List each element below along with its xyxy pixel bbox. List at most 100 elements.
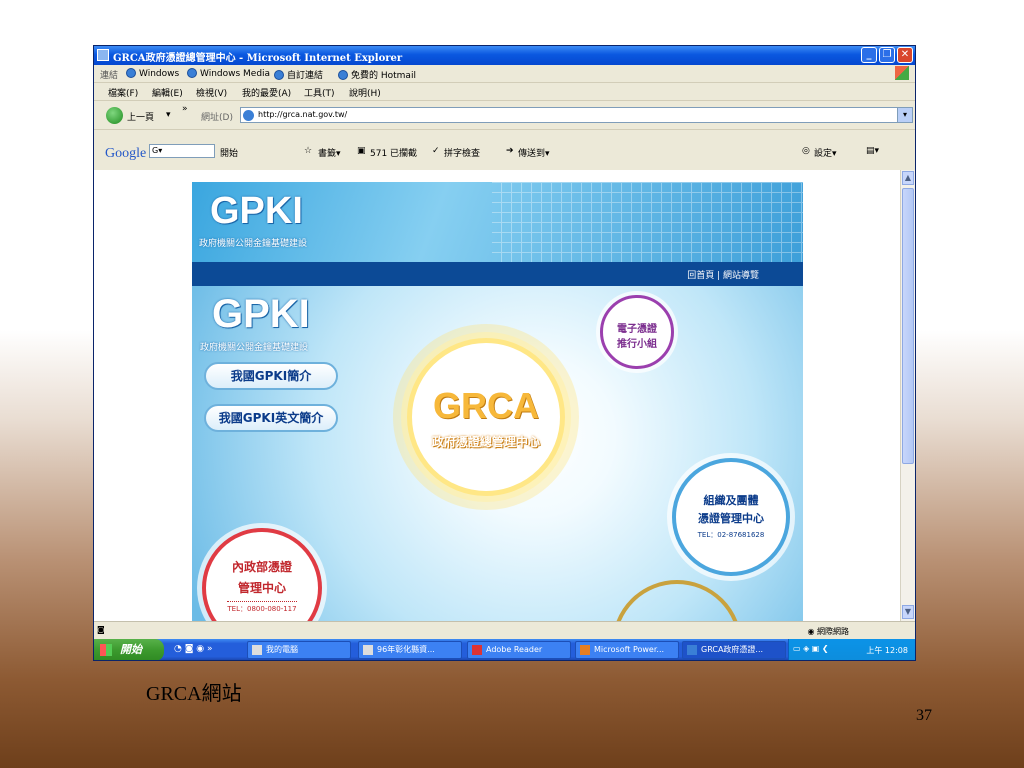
header-gpki-logo[interactable]: GPKI <box>210 190 303 233</box>
minimize-button[interactable]: _ <box>861 47 877 63</box>
task-adobe-reader[interactable]: Adobe Reader <box>467 641 571 659</box>
spell-check-button[interactable]: 拼字檢查 <box>444 146 480 159</box>
gold-circle-link[interactable] <box>612 580 742 621</box>
site-nav-band: 回首頁 | 網站導覽 <box>192 262 803 286</box>
org-ca-line-2: 憑證管理中心 <box>698 512 764 525</box>
main-gpki-logo: GPKI <box>212 292 310 336</box>
ie-icon <box>97 49 109 61</box>
address-label: 網址(D) <box>201 113 233 123</box>
links-label: 連結 <box>100 71 119 81</box>
page-icon <box>243 110 254 121</box>
google-start-button[interactable]: 開始 <box>220 146 238 159</box>
windows-logo-icon <box>895 66 909 80</box>
maximize-button[interactable]: ❐ <box>879 47 895 63</box>
start-label: 開始 <box>120 643 142 656</box>
ie-page-icon <box>187 68 197 78</box>
task-ie-grca[interactable]: GRCA政府憑證... <box>682 641 786 659</box>
tray-icons[interactable]: ▭ ◈ ▣ ❮ <box>793 644 829 653</box>
settings-button[interactable]: 設定▾ <box>814 146 837 159</box>
popup-blocked-icon: ▣ <box>357 146 366 156</box>
address-input[interactable]: http://grca.nat.gov.tw/ ▾ <box>240 107 913 123</box>
menu-file[interactable]: 檔案(F) <box>108 86 138 99</box>
back-arrow-icon[interactable] <box>106 107 123 124</box>
status-page-icon: ◙ <box>97 625 105 634</box>
title-bar[interactable]: GRCA政府憑證總管理中心 - Microsoft Internet Explo… <box>94 46 915 65</box>
address-bar: 上一頁 ▾ » 網址(D) http://grca.nat.gov.tw/ ▾ <box>94 101 915 130</box>
org-ca-tel: TEL：02-87681628 <box>697 531 765 539</box>
settings-icon: ◎ <box>802 146 810 156</box>
back-dropdown-icon[interactable]: ▾ <box>166 110 171 120</box>
powerpoint-icon <box>580 645 590 655</box>
menu-help[interactable]: 說明(H) <box>349 86 381 99</box>
ecert-line-2: 推行小組 <box>617 339 657 350</box>
bookmarks-button[interactable]: 書籤▾ <box>318 146 341 159</box>
moi-ca-tel: TEL：0800-080-117 <box>227 601 297 614</box>
internet-zone-text: 網際網路 <box>817 627 849 636</box>
scroll-thumb[interactable] <box>902 188 914 464</box>
send-to-icon: ➔ <box>506 146 514 156</box>
page-viewport: GPKI 政府機關公開金鑰基礎建設 回首頁 | 網站導覽 GPKI 政府機關公開… <box>94 170 915 621</box>
vertical-scrollbar[interactable]: ▲ ▼ <box>900 170 915 621</box>
ie-page-icon <box>126 68 136 78</box>
windows-flag-icon <box>100 644 112 656</box>
grca-center-link[interactable]: GRCA 政府憑證總管理中心 <box>407 338 565 496</box>
address-dropdown-icon[interactable]: ▾ <box>897 108 912 122</box>
ie-page-icon <box>274 70 284 80</box>
popup-blocked-count[interactable]: 571 已攔截 <box>370 146 417 159</box>
translate-icon[interactable]: ▤▾ <box>866 146 879 156</box>
menu-view[interactable]: 檢視(V) <box>196 86 227 99</box>
task-powerpoint[interactable]: Microsoft Power... <box>575 641 679 659</box>
slide-caption: GRCA網站 <box>146 683 242 705</box>
ie-page-icon <box>338 70 348 80</box>
task-folder[interactable]: 96年彰化縣資... <box>358 641 462 659</box>
scroll-down-icon[interactable]: ▼ <box>902 605 914 619</box>
site-header: GPKI 政府機關公開金鑰基礎建設 <box>192 182 803 262</box>
task-my-computer[interactable]: 我的電腦 <box>247 641 351 659</box>
home-sitemap-links[interactable]: 回首頁 | 網站導覽 <box>687 268 759 281</box>
gpki-english-intro-button[interactable]: 我國GPKI英文簡介 <box>204 404 338 432</box>
ie-task-icon <box>687 645 697 655</box>
link-custom[interactable]: 自訂連結 <box>274 68 323 81</box>
scroll-up-icon[interactable]: ▲ <box>902 171 914 185</box>
globe-icon: ◉ <box>807 627 817 636</box>
bookmark-star-icon[interactable]: ☆ <box>304 146 312 156</box>
org-ca-line-1: 組織及團體 <box>703 494 759 507</box>
start-button[interactable]: 開始 <box>94 639 164 660</box>
back-button[interactable]: 上一頁 <box>127 110 154 123</box>
menu-favorites[interactable]: 我的最愛(A) <box>242 86 291 99</box>
gpki-intro-button[interactable]: 我國GPKI簡介 <box>204 362 338 390</box>
main-subtitle: 政府機關公開金鑰基礎建設 <box>200 343 309 353</box>
moi-ca-line-1: 內政部憑證 <box>231 560 292 574</box>
links-bar: 連結 Windows Windows Media 自訂連結 免費的 Hotmai… <box>94 65 915 83</box>
window-title: GRCA政府憑證總管理中心 - Microsoft Internet Explo… <box>113 53 403 64</box>
grca-subtitle: 政府憑證總管理中心 <box>431 435 540 449</box>
grca-website: GPKI 政府機關公開金鑰基礎建設 回首頁 | 網站導覽 GPKI 政府機關公開… <box>192 182 803 621</box>
google-logo[interactable]: Google <box>105 146 146 162</box>
link-windows-media[interactable]: Windows Media <box>187 68 270 79</box>
link-windows[interactable]: Windows <box>126 68 179 79</box>
computer-icon <box>252 645 262 655</box>
ie-window: GRCA政府憑證總管理中心 - Microsoft Internet Explo… <box>93 45 916 661</box>
google-search-input[interactable]: G▾ <box>149 144 215 158</box>
slide-page-number: 37 <box>916 707 932 724</box>
internet-zone-label: ◉ 網際網路 <box>807 626 849 637</box>
menu-edit[interactable]: 編輯(E) <box>152 86 183 99</box>
org-ca-link[interactable]: 組織及團體 憑證管理中心 TEL：02-87681628 <box>672 458 790 576</box>
spell-check-icon: ✓ <box>432 146 440 156</box>
close-button[interactable]: ✕ <box>897 47 913 63</box>
chevron-icon[interactable]: » <box>182 104 188 114</box>
menu-tools[interactable]: 工具(T) <box>304 86 335 99</box>
moi-ca-link[interactable]: 內政部憑證 管理中心 TEL：0800-080-117 <box>202 528 322 621</box>
folder-icon <box>363 645 373 655</box>
link-hotmail[interactable]: 免費的 Hotmail <box>338 68 416 81</box>
status-bar: ◙ ◉ 網際網路 <box>94 621 915 640</box>
header-subtitle: 政府機關公開金鑰基礎建設 <box>199 239 308 249</box>
circuit-pattern <box>492 182 803 262</box>
google-toolbar: Google G▾ 開始 ☆ 書籤▾ ▣ 571 已攔截 ✓ 拼字檢查 ➔ 傳送… <box>94 130 915 171</box>
quick-launch-icons[interactable]: ◔ ◙ ◉ » <box>174 644 213 654</box>
ecert-promotion-link[interactable]: 電子憑證 推行小組 <box>600 295 674 369</box>
send-to-button[interactable]: 傳送到▾ <box>518 146 550 159</box>
grca-title: GRCA <box>433 385 539 426</box>
moi-ca-line-2: 管理中心 <box>237 581 286 595</box>
tray-clock[interactable]: 上午 12:08 <box>866 645 908 656</box>
